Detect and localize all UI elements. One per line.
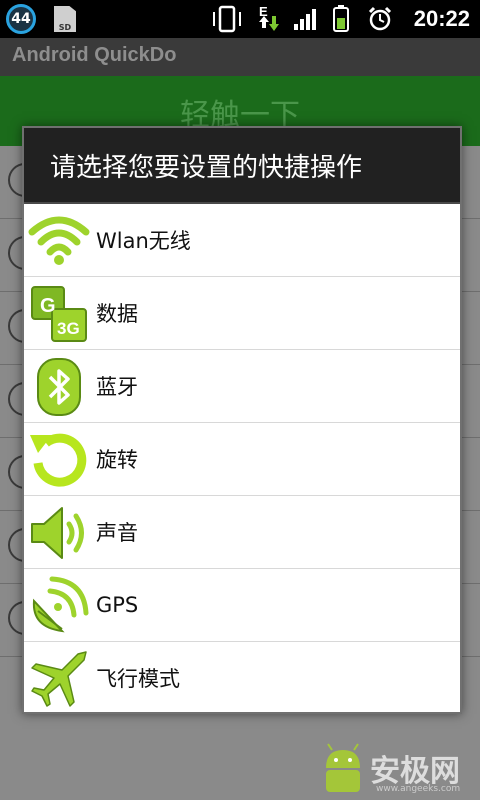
option-label: 蓝牙 [96, 375, 138, 399]
svg-text:3G: 3G [57, 319, 80, 338]
option-label: 声音 [96, 521, 138, 545]
alarm-icon [368, 6, 392, 31]
option-label: 旋转 [96, 448, 138, 472]
option-bluetooth[interactable]: 蓝牙 [24, 350, 460, 423]
option-rotate[interactable]: 旋转 [24, 423, 460, 496]
dialog-title: 请选择您要设置的快捷操作 [24, 128, 460, 204]
battery-icon [333, 5, 349, 32]
airplane-icon [31, 651, 87, 707]
sound-icon [31, 507, 84, 559]
option-gps[interactable]: GPS [24, 569, 460, 642]
option-label: 飞行模式 [96, 667, 180, 691]
watermark: 安极网 www.angeeks.com [318, 742, 478, 800]
network-type-label: E [259, 4, 268, 19]
signal-icon [294, 9, 316, 30]
quick-action-dialog: 请选择您要设置的快捷操作 Wlan无线 G 3G 数据 蓝牙 旋转 声音 GPS… [22, 126, 462, 714]
rotate-icon [30, 433, 87, 487]
option-label: GPS [96, 593, 139, 617]
wifi-icon [28, 216, 90, 265]
app-title-bar: Android QuickDo [0, 38, 480, 76]
option-airplane[interactable]: 飞行模式 [24, 642, 460, 714]
android-logo-icon [326, 743, 360, 792]
app-title: Android QuickDo [12, 44, 177, 66]
clock: 20:22 [413, 6, 470, 31]
svg-text:G: G [40, 295, 56, 317]
option-label: Wlan无线 [96, 229, 191, 253]
gps-icon [32, 576, 89, 633]
watermark-url: www.angeeks.com [376, 784, 461, 794]
vibrate-icon [213, 5, 241, 33]
option-sound[interactable]: 声音 [24, 496, 460, 569]
status-bar: 44 SD E 20:22 [0, 0, 480, 38]
data-3g-icon: G 3G [31, 286, 87, 342]
option-label: 数据 [96, 302, 138, 326]
option-data[interactable]: G 3G 数据 [24, 277, 460, 350]
option-wlan[interactable]: Wlan无线 [24, 204, 460, 277]
bluetooth-icon [37, 358, 81, 416]
